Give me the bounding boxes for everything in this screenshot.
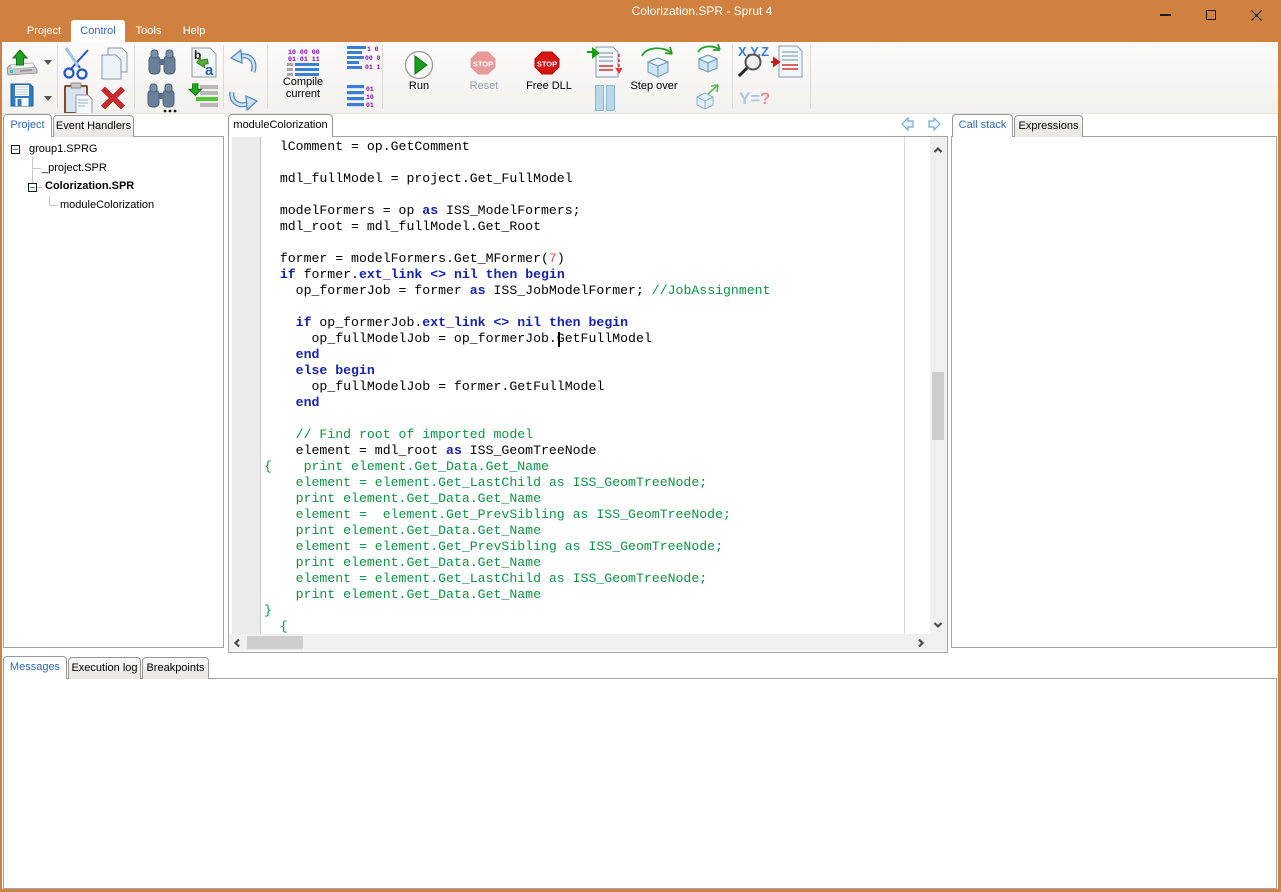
svg-text:10: 10 [366, 94, 374, 101]
svg-text:Y=: Y= [739, 89, 760, 108]
svg-text:STOP: STOP [537, 60, 557, 69]
svg-text:STOP: STOP [473, 60, 493, 69]
svg-text:01 1: 01 1 [365, 64, 380, 71]
svg-text:00 0: 00 0 [365, 55, 380, 62]
svg-text:1 0: 1 0 [367, 46, 379, 53]
svg-text:?: ? [760, 89, 770, 108]
svg-text:01: 01 [366, 102, 374, 109]
svg-text:01: 01 [366, 86, 374, 93]
svg-text:a: a [205, 62, 214, 79]
svg-text:01 01 11: 01 01 11 [288, 56, 320, 63]
svg-text:10 00 00: 10 00 00 [288, 49, 320, 56]
